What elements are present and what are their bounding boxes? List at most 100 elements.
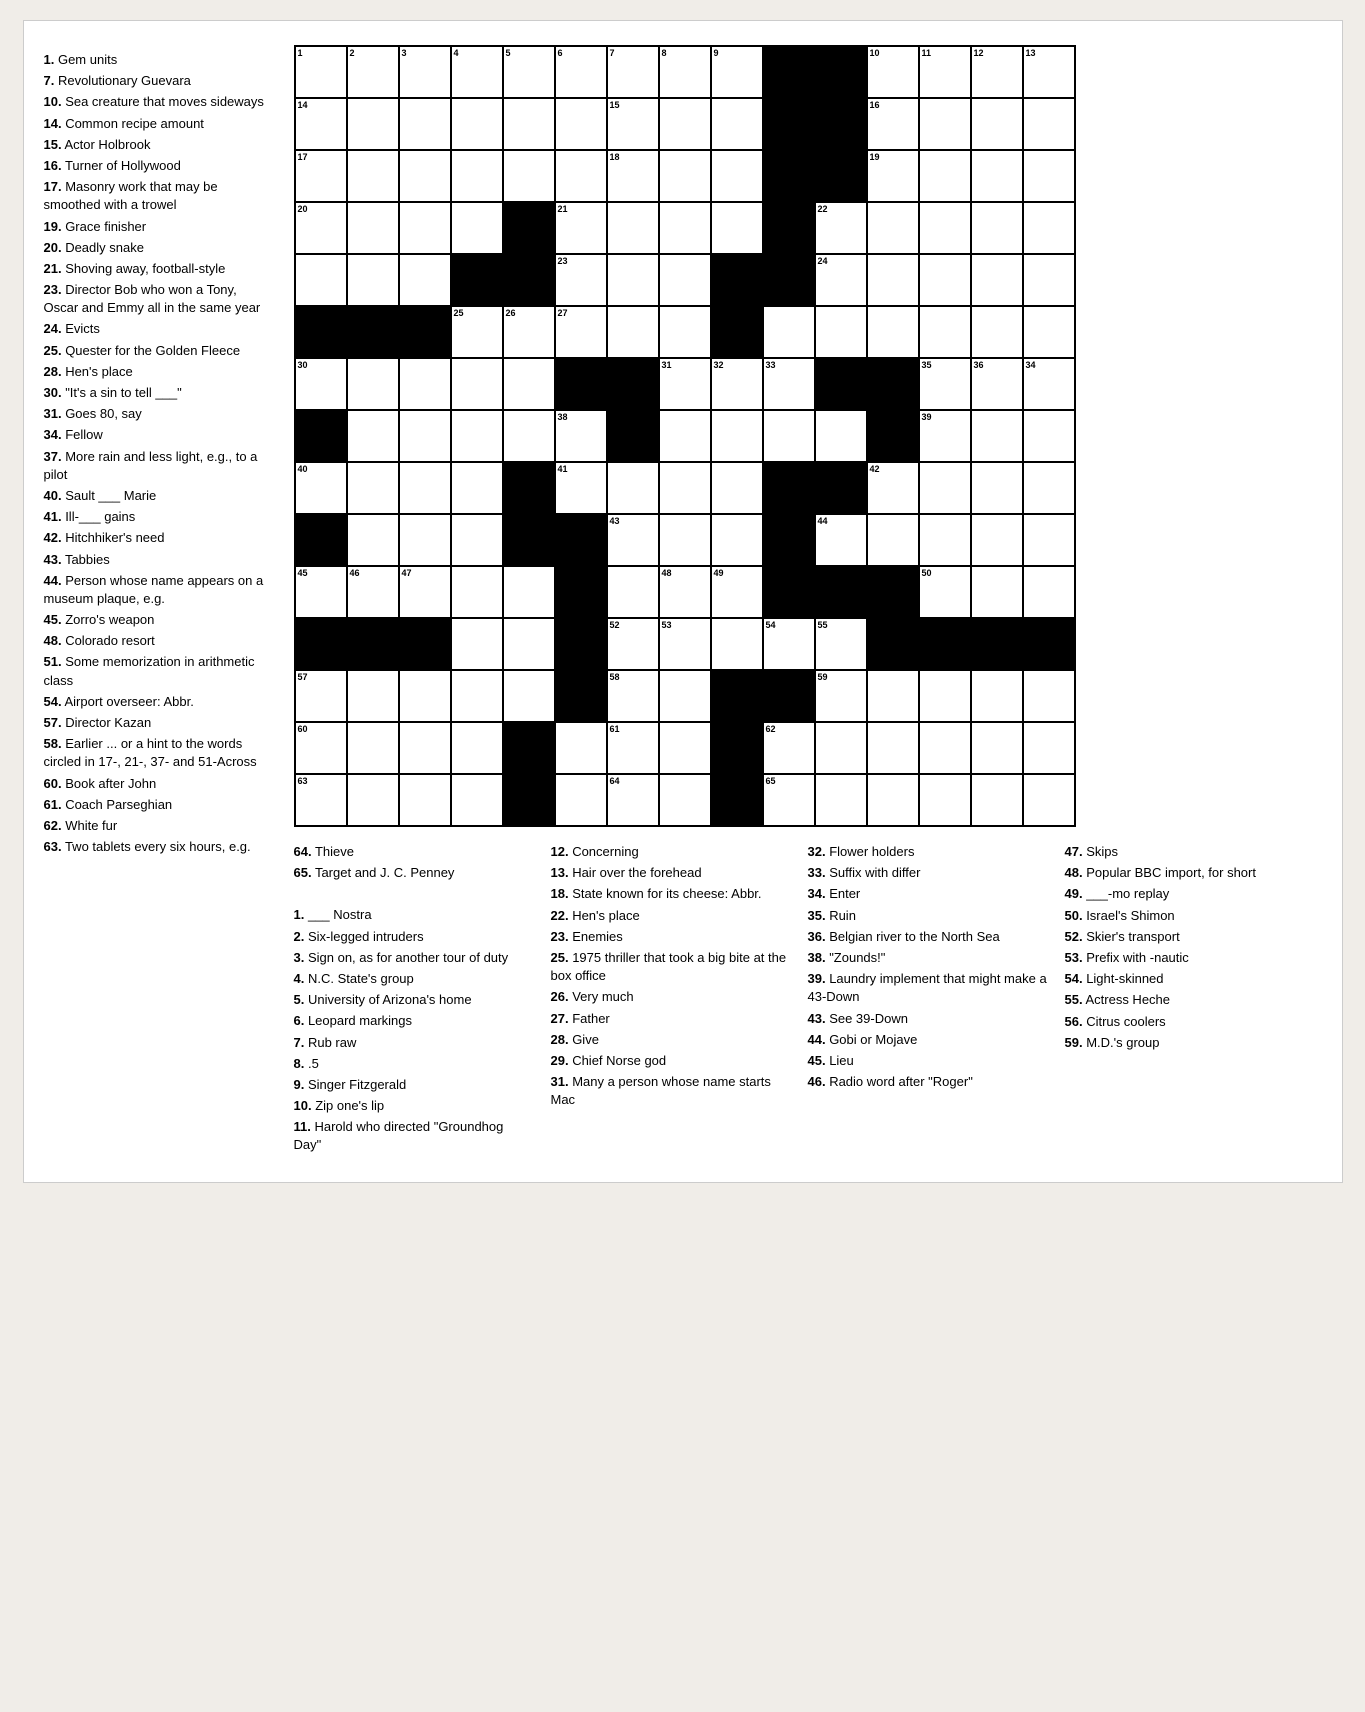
grid-cell-9-11[interactable] <box>868 515 920 567</box>
grid-cell-5-10[interactable] <box>816 307 868 359</box>
grid-cell-14-6[interactable]: 64 <box>608 775 660 827</box>
grid-cell-6-8[interactable]: 32 <box>712 359 764 411</box>
grid-cell-7-9[interactable] <box>764 411 816 463</box>
grid-cell-1-0[interactable]: 14 <box>296 99 348 151</box>
grid-cell-5-12[interactable] <box>920 307 972 359</box>
grid-cell-10-1[interactable]: 46 <box>348 567 400 619</box>
grid-cell-2-0[interactable]: 17 <box>296 151 348 203</box>
grid-cell-12-11[interactable] <box>868 671 920 723</box>
grid-cell-12-7[interactable] <box>660 671 712 723</box>
grid-cell-8-6[interactable] <box>608 463 660 515</box>
grid-cell-1-1[interactable] <box>348 99 400 151</box>
grid-cell-10-12[interactable]: 50 <box>920 567 972 619</box>
grid-cell-0-11[interactable]: 10 <box>868 47 920 99</box>
grid-cell-5-6[interactable] <box>608 307 660 359</box>
crossword-grid[interactable]: 1234567891011121314151617181920212223242… <box>294 45 1076 827</box>
grid-cell-0-1[interactable]: 2 <box>348 47 400 99</box>
grid-cell-2-7[interactable] <box>660 151 712 203</box>
grid-cell-13-12[interactable] <box>920 723 972 775</box>
grid-cell-8-2[interactable] <box>400 463 452 515</box>
grid-cell-14-2[interactable] <box>400 775 452 827</box>
grid-cell-5-5[interactable]: 27 <box>556 307 608 359</box>
grid-cell-3-8[interactable] <box>712 203 764 255</box>
grid-cell-2-5[interactable] <box>556 151 608 203</box>
grid-cell-13-3[interactable] <box>452 723 504 775</box>
grid-cell-9-8[interactable] <box>712 515 764 567</box>
grid-cell-1-5[interactable] <box>556 99 608 151</box>
grid-cell-10-3[interactable] <box>452 567 504 619</box>
grid-cell-12-3[interactable] <box>452 671 504 723</box>
grid-cell-7-2[interactable] <box>400 411 452 463</box>
grid-cell-14-9[interactable]: 65 <box>764 775 816 827</box>
grid-cell-9-7[interactable] <box>660 515 712 567</box>
grid-cell-1-3[interactable] <box>452 99 504 151</box>
grid-cell-12-14[interactable] <box>1024 671 1076 723</box>
grid-cell-9-1[interactable] <box>348 515 400 567</box>
grid-cell-2-2[interactable] <box>400 151 452 203</box>
grid-cell-0-12[interactable]: 11 <box>920 47 972 99</box>
grid-cell-4-13[interactable] <box>972 255 1024 307</box>
grid-cell-8-11[interactable]: 42 <box>868 463 920 515</box>
grid-cell-12-13[interactable] <box>972 671 1024 723</box>
grid-cell-2-8[interactable] <box>712 151 764 203</box>
grid-cell-6-2[interactable] <box>400 359 452 411</box>
grid-cell-13-6[interactable]: 61 <box>608 723 660 775</box>
grid-cell-8-14[interactable] <box>1024 463 1076 515</box>
grid-cell-0-4[interactable]: 5 <box>504 47 556 99</box>
grid-cell-9-3[interactable] <box>452 515 504 567</box>
grid-cell-5-4[interactable]: 26 <box>504 307 556 359</box>
grid-cell-3-11[interactable] <box>868 203 920 255</box>
grid-cell-13-13[interactable] <box>972 723 1024 775</box>
grid-cell-14-11[interactable] <box>868 775 920 827</box>
grid-cell-4-5[interactable]: 23 <box>556 255 608 307</box>
grid-cell-0-13[interactable]: 12 <box>972 47 1024 99</box>
grid-cell-10-14[interactable] <box>1024 567 1076 619</box>
grid-cell-2-3[interactable] <box>452 151 504 203</box>
grid-cell-11-8[interactable] <box>712 619 764 671</box>
grid-cell-3-13[interactable] <box>972 203 1024 255</box>
grid-cell-11-9[interactable]: 54 <box>764 619 816 671</box>
grid-cell-14-12[interactable] <box>920 775 972 827</box>
grid-cell-7-14[interactable] <box>1024 411 1076 463</box>
grid-cell-3-7[interactable] <box>660 203 712 255</box>
grid-cell-4-7[interactable] <box>660 255 712 307</box>
grid-cell-6-3[interactable] <box>452 359 504 411</box>
grid-cell-3-0[interactable]: 20 <box>296 203 348 255</box>
grid-cell-7-3[interactable] <box>452 411 504 463</box>
grid-cell-3-12[interactable] <box>920 203 972 255</box>
grid-cell-4-11[interactable] <box>868 255 920 307</box>
grid-cell-0-0[interactable]: 1 <box>296 47 348 99</box>
grid-cell-3-14[interactable] <box>1024 203 1076 255</box>
grid-cell-11-6[interactable]: 52 <box>608 619 660 671</box>
grid-cell-3-10[interactable]: 22 <box>816 203 868 255</box>
grid-cell-11-7[interactable]: 53 <box>660 619 712 671</box>
grid-cell-11-3[interactable] <box>452 619 504 671</box>
grid-cell-11-4[interactable] <box>504 619 556 671</box>
grid-cell-1-12[interactable] <box>920 99 972 151</box>
grid-cell-2-4[interactable] <box>504 151 556 203</box>
grid-cell-14-14[interactable] <box>1024 775 1076 827</box>
grid-cell-14-13[interactable] <box>972 775 1024 827</box>
grid-cell-1-11[interactable]: 16 <box>868 99 920 151</box>
grid-cell-12-1[interactable] <box>348 671 400 723</box>
grid-cell-5-9[interactable] <box>764 307 816 359</box>
grid-cell-8-3[interactable] <box>452 463 504 515</box>
grid-cell-3-2[interactable] <box>400 203 452 255</box>
grid-cell-1-7[interactable] <box>660 99 712 151</box>
grid-cell-1-4[interactable] <box>504 99 556 151</box>
grid-cell-14-3[interactable] <box>452 775 504 827</box>
grid-cell-3-3[interactable] <box>452 203 504 255</box>
grid-cell-2-12[interactable] <box>920 151 972 203</box>
grid-cell-5-11[interactable] <box>868 307 920 359</box>
grid-cell-6-1[interactable] <box>348 359 400 411</box>
grid-cell-12-10[interactable]: 59 <box>816 671 868 723</box>
grid-cell-10-2[interactable]: 47 <box>400 567 452 619</box>
grid-cell-10-7[interactable]: 48 <box>660 567 712 619</box>
grid-cell-6-0[interactable]: 30 <box>296 359 348 411</box>
grid-cell-5-3[interactable]: 25 <box>452 307 504 359</box>
grid-cell-6-4[interactable] <box>504 359 556 411</box>
grid-cell-4-12[interactable] <box>920 255 972 307</box>
grid-cell-1-2[interactable] <box>400 99 452 151</box>
grid-cell-0-5[interactable]: 6 <box>556 47 608 99</box>
grid-cell-12-4[interactable] <box>504 671 556 723</box>
